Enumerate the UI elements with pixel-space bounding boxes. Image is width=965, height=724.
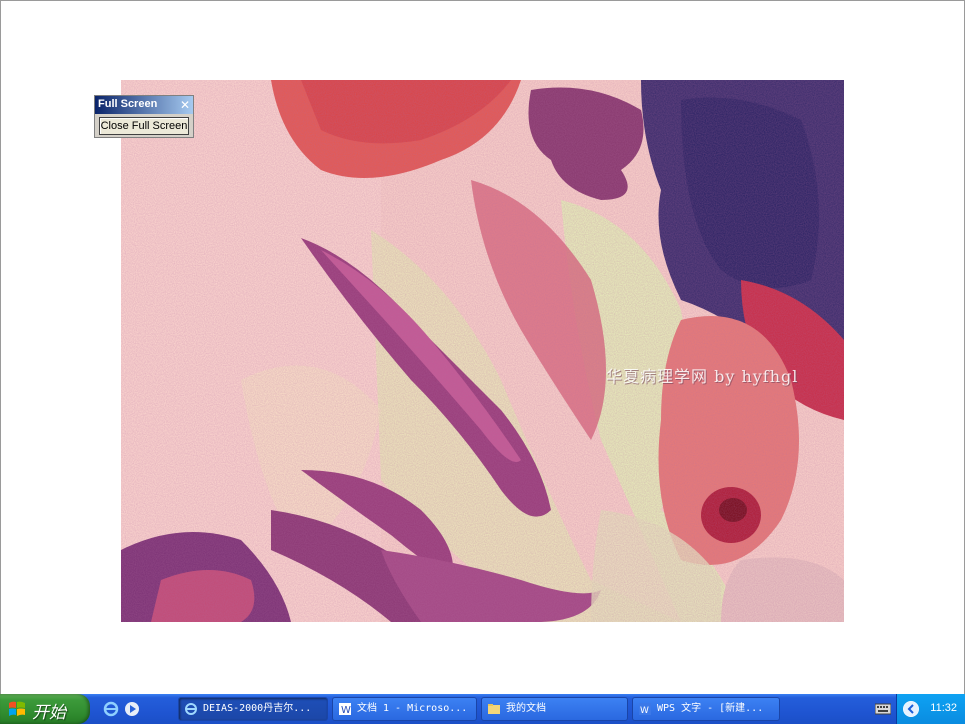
folder-icon — [488, 704, 500, 714]
taskbar-button-wps[interactable]: W WPS 文字 - [新建... — [632, 697, 780, 721]
windows-logo-icon — [9, 701, 25, 716]
keyboard-icon[interactable] — [875, 703, 891, 715]
taskbar-button-label: 我的文档 — [506, 703, 546, 714]
system-tray: 11:32 — [896, 694, 965, 724]
watermark-text: 华夏病理学网 by hyfhgl — [606, 367, 799, 386]
chevron-left-icon[interactable] — [903, 701, 919, 717]
micrograph-image: 华夏病理学网 by hyfhgl — [121, 80, 844, 622]
taskbar-button-label: 文档 1 - Microso... — [357, 703, 468, 714]
taskbar-button-label: DEIAS-2000丹吉尔... — [203, 703, 312, 714]
ie-icon[interactable] — [103, 701, 119, 717]
svg-text:W: W — [341, 705, 351, 716]
fullscreen-toolbar-title: Full Screen — [98, 98, 158, 110]
svg-text:W: W — [640, 706, 649, 716]
taskbar-button-my-documents[interactable]: 我的文档 — [481, 697, 628, 721]
media-player-icon[interactable] — [124, 701, 140, 717]
clock[interactable]: 11:32 — [930, 702, 957, 714]
ie-window-icon — [185, 703, 197, 715]
fullscreen-toolbar-titlebar: Full Screen ✕ — [95, 96, 193, 114]
word-document-icon: W — [339, 703, 351, 716]
close-full-screen-button[interactable]: Close Full Screen — [99, 117, 189, 135]
taskbar-button-label: WPS 文字 - [新建... — [657, 703, 764, 714]
close-icon[interactable]: ✕ — [180, 97, 190, 113]
taskbar: 开始 DEIAS-2000丹吉尔... W 文档 1 - Microso... … — [0, 694, 965, 724]
start-label: 开始 — [32, 703, 66, 722]
fullscreen-toolbar: Full Screen ✕ Close Full Screen — [94, 95, 194, 138]
taskbar-button-word-document[interactable]: W 文档 1 - Microso... — [332, 697, 477, 721]
start-button[interactable]: 开始 — [0, 694, 90, 724]
taskbar-button-deias[interactable]: DEIAS-2000丹吉尔... — [178, 697, 328, 721]
wps-icon: W — [639, 703, 651, 716]
